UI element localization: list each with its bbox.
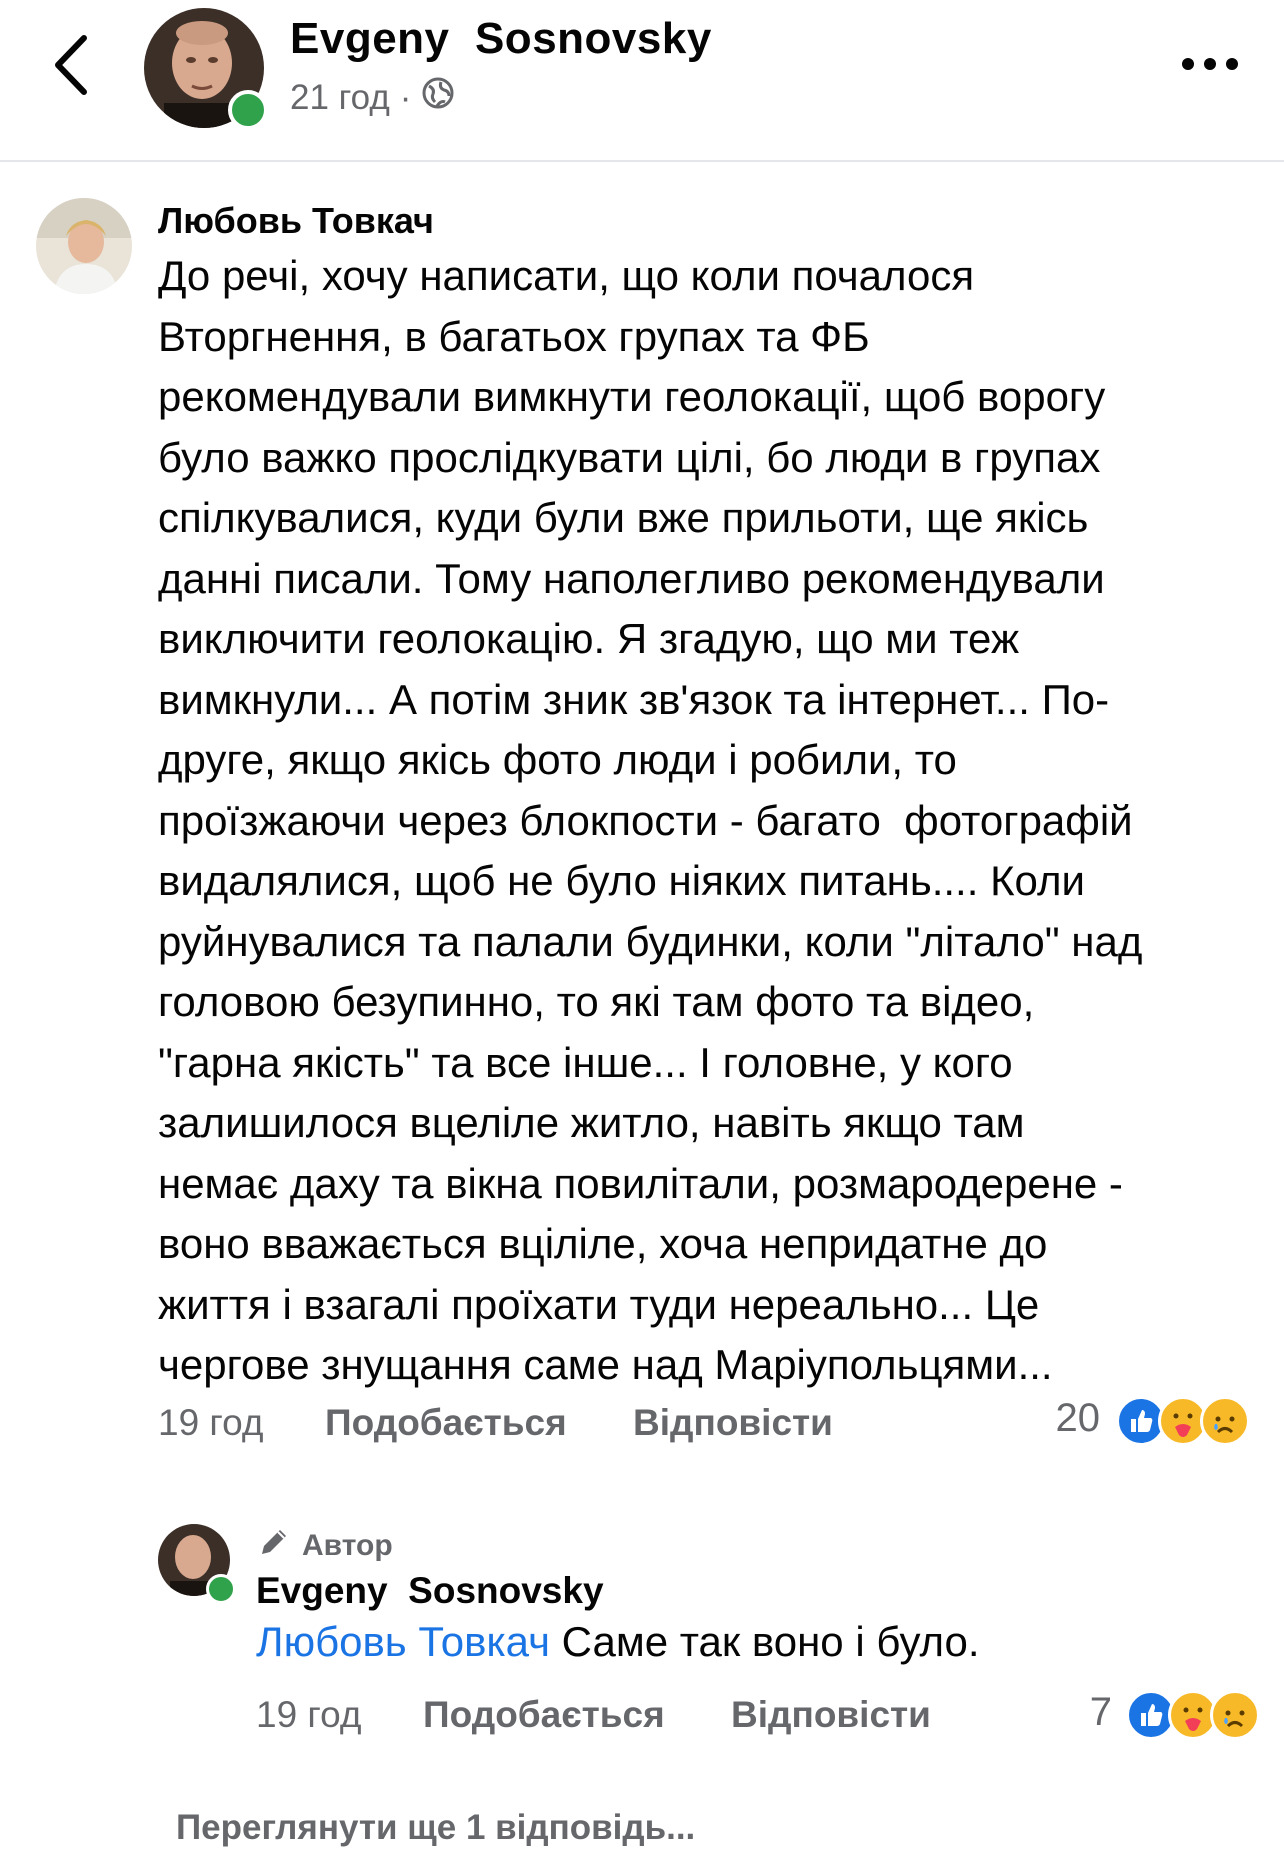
comment-line: спілкувалися, куди були вже прильоти, ще… [158, 494, 1089, 541]
commenter-avatar[interactable] [36, 198, 132, 294]
comment-line: немає даху та вікна повилітали, розмарод… [158, 1159, 1123, 1207]
comment-line: проїзжаючи через блокпости - багато фото… [158, 796, 1133, 844]
comment-actions: 19 год Подобається Відповісти [158, 1402, 833, 1444]
reply-actions: 19 год Подобається Відповісти [256, 1694, 931, 1736]
reply-reaction-summary[interactable] [1126, 1690, 1260, 1740]
reply-author-name[interactable]: Evgeny Sosnovsky [256, 1570, 604, 1612]
online-status-dot [228, 90, 268, 130]
sad-icon [1210, 1690, 1260, 1740]
globe-icon [421, 76, 455, 119]
comment-line: було важко прослідкувати цілі, бо люди в… [158, 433, 1101, 481]
reply-button[interactable]: Відповісти [633, 1402, 833, 1444]
comment-line: воно вважається вціліле, хоча непридатне… [158, 1220, 1048, 1267]
comment-line: чергове знущання саме над Маріупольцями.… [158, 1341, 1053, 1388]
chevron-left-icon[interactable] [44, 30, 104, 100]
comment-line: виключити геолокацію. Я згадую, що ми те… [158, 615, 1020, 662]
author-name[interactable]: Evgeny Sosnovsky [290, 14, 712, 64]
comment-time[interactable]: 19 год [158, 1402, 325, 1444]
comment-line: рекомендували вимкнути геолокації, щоб в… [158, 373, 1106, 420]
comment-line: вимкнули... А потім зник зв'язок та інте… [158, 675, 1110, 723]
reply-body: Саме так воно і було. [550, 1618, 980, 1665]
commenter-name[interactable]: Любовь Товкач [158, 200, 434, 242]
reply-text: Любовь Товкач Саме так воно і було. [256, 1618, 980, 1666]
reaction-summary[interactable] [1116, 1396, 1250, 1446]
comment-text: До речі, хочу написати, що коли почалося… [158, 246, 1142, 1396]
comment-line: друге, якщо якісь фото люди і робили, то [158, 736, 957, 783]
post-header: Evgeny Sosnovsky 21 год · [0, 0, 1284, 162]
comment-line: "гарна якість" та все інше... І головне,… [158, 1038, 1013, 1086]
post-meta: 21 год · [290, 76, 455, 119]
comment-line: залишилося вцеліле житло, навіть якщо та… [158, 1099, 1025, 1146]
reply-time[interactable]: 19 год [256, 1694, 423, 1736]
post-time[interactable]: 21 год [290, 78, 390, 118]
comment-line: Вторгнення, в багатьох групах та ФБ [158, 312, 870, 360]
author-badge: Автор [256, 1524, 393, 1568]
pencil-icon [256, 1524, 292, 1568]
view-more-replies-link[interactable]: Переглянути ще 1 відповідь... [176, 1808, 695, 1848]
mention-link[interactable]: Любовь Товкач [256, 1618, 550, 1665]
author-badge-label: Автор [302, 1529, 393, 1562]
comment-line: руйнувалися та палали будинки, коли "літ… [158, 917, 1143, 965]
reply-reaction-count[interactable]: 7 [1040, 1690, 1112, 1735]
reply-like-button[interactable]: Подобається [423, 1694, 731, 1736]
meta-separator: · [399, 77, 412, 117]
more-dots-icon[interactable] [1180, 52, 1240, 76]
sad-icon [1200, 1396, 1250, 1446]
comment-line: життя і взагалі проїхати туди нереально.… [158, 1280, 1040, 1328]
like-button[interactable]: Подобається [325, 1402, 633, 1444]
comment-line: видалялися, щоб не було ніяких питань...… [158, 857, 1085, 904]
comment-line: До речі, хочу написати, що коли почалося [158, 252, 975, 299]
comment-line: головою безупинно, то які там фото та ві… [158, 978, 1035, 1025]
reply-online-dot [206, 1574, 236, 1604]
comment-line: данні писали. Тому наполегливо рекоменду… [158, 554, 1105, 602]
reply-reply-button[interactable]: Відповісти [731, 1694, 931, 1736]
reaction-count[interactable]: 20 [1020, 1396, 1101, 1441]
